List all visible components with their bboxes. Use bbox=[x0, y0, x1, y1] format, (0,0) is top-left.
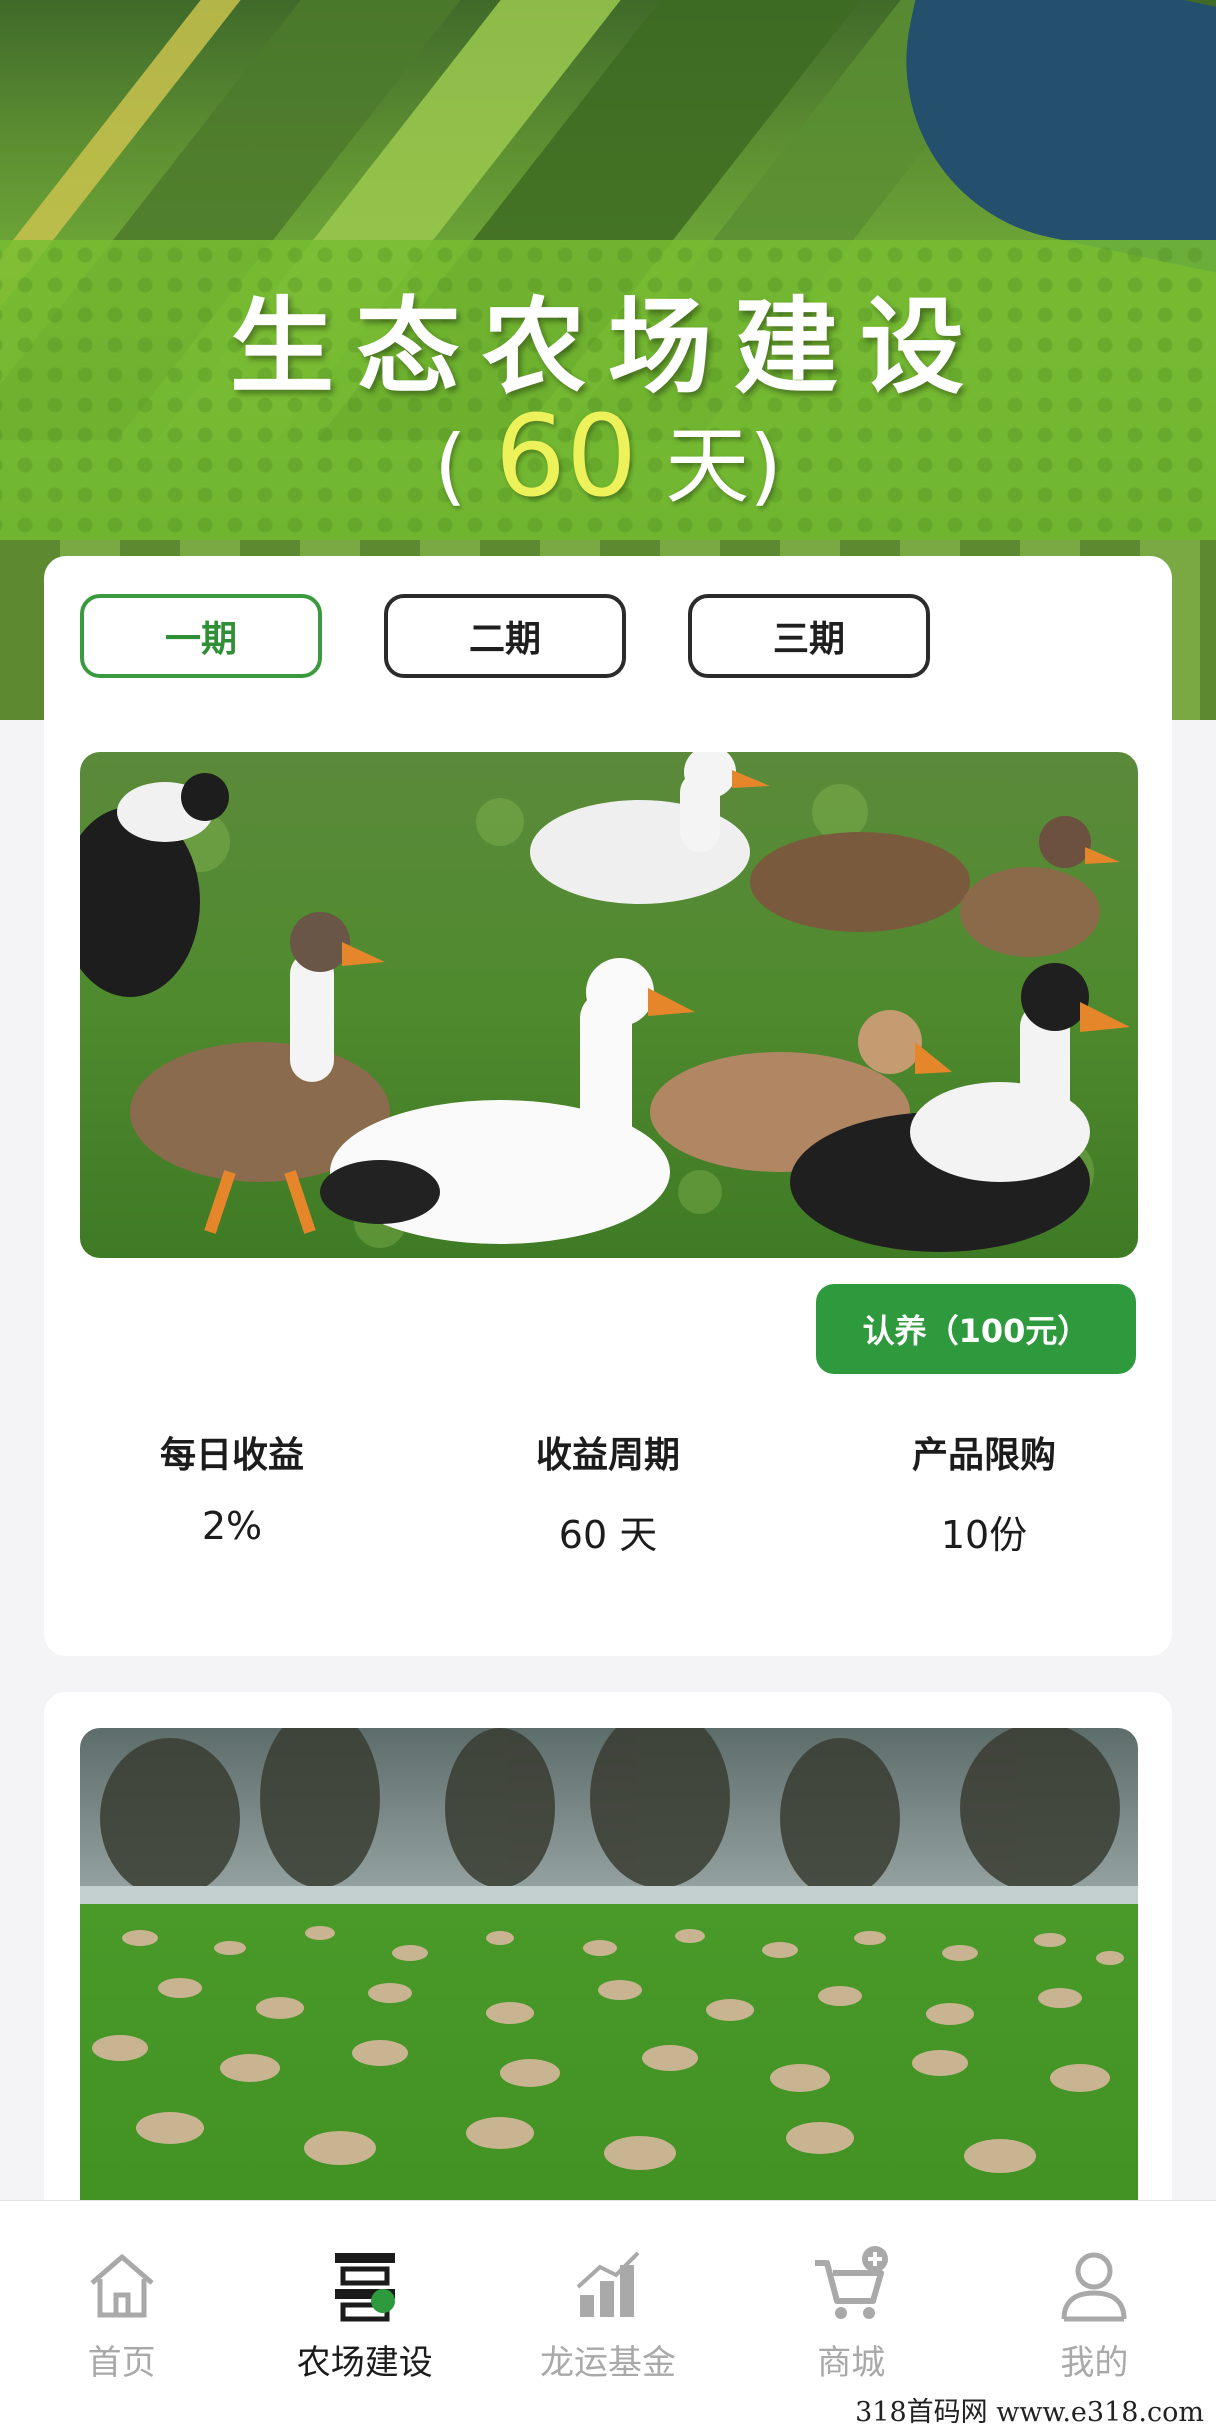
stat-return-period: 收益周期 60 天 bbox=[420, 1426, 796, 1559]
ducks-photo bbox=[80, 752, 1138, 1258]
nav-item-farm[interactable]: 农场建设 bbox=[243, 2201, 486, 2431]
tab-phase-2[interactable]: 二期 bbox=[384, 594, 626, 678]
phase-tabs: 一期 二期 三期 bbox=[80, 594, 930, 678]
stat-purchase-limit: 产品限购 10份 bbox=[796, 1426, 1172, 1559]
hero-subtitle-open: ( bbox=[433, 417, 467, 515]
adopt-button[interactable]: 认养（100元） bbox=[816, 1284, 1136, 1374]
nav-label: 龙运基金 bbox=[540, 2343, 676, 2383]
watermark: 318首码网 www.e318.com bbox=[851, 2390, 1208, 2429]
nav-label: 农场建设 bbox=[296, 2343, 433, 2383]
stat-value: 10份 bbox=[940, 1513, 1028, 1557]
product-card: 一期 二期 三期 认养（100元） 每日收益 2% 收益周期 60 天 产品限购… bbox=[44, 556, 1172, 1656]
stat-label: 收益周期 bbox=[535, 1435, 680, 1476]
ducks-image bbox=[80, 752, 1138, 1258]
nav-label: 我的 bbox=[1060, 2343, 1129, 2383]
stat-value: 60 天 bbox=[558, 1513, 658, 1557]
user-icon bbox=[1061, 2252, 1127, 2322]
tab-phase-3[interactable]: 三期 bbox=[688, 594, 930, 678]
stat-label: 产品限购 bbox=[911, 1435, 1056, 1476]
farm-build-icon bbox=[334, 2253, 395, 2322]
hero-days-number: 60 bbox=[494, 392, 638, 522]
chart-icon bbox=[576, 2251, 640, 2317]
nav-label: 首页 bbox=[87, 2343, 156, 2383]
nav-label: 商城 bbox=[817, 2343, 886, 2383]
nav-item-home[interactable]: 首页 bbox=[0, 2201, 243, 2431]
cart-icon bbox=[815, 2246, 889, 2319]
nav-item-fund[interactable]: 龙运基金 bbox=[486, 2201, 729, 2431]
hero-days-unit: 天) bbox=[665, 417, 783, 515]
hero-subtitle: (60 天) bbox=[0, 392, 1216, 522]
hero-title: 生态农场建设 bbox=[229, 286, 986, 408]
river-area bbox=[872, 0, 1216, 275]
product-stats: 每日收益 2% 收益周期 60 天 产品限购 10份 bbox=[44, 1426, 1172, 1559]
home-icon bbox=[89, 2254, 154, 2318]
stat-daily-return: 每日收益 2% bbox=[44, 1426, 420, 1559]
tab-phase-1[interactable]: 一期 bbox=[80, 594, 322, 678]
stat-label: 每日收益 bbox=[159, 1435, 304, 1476]
stat-value: 2% bbox=[201, 1504, 263, 1548]
